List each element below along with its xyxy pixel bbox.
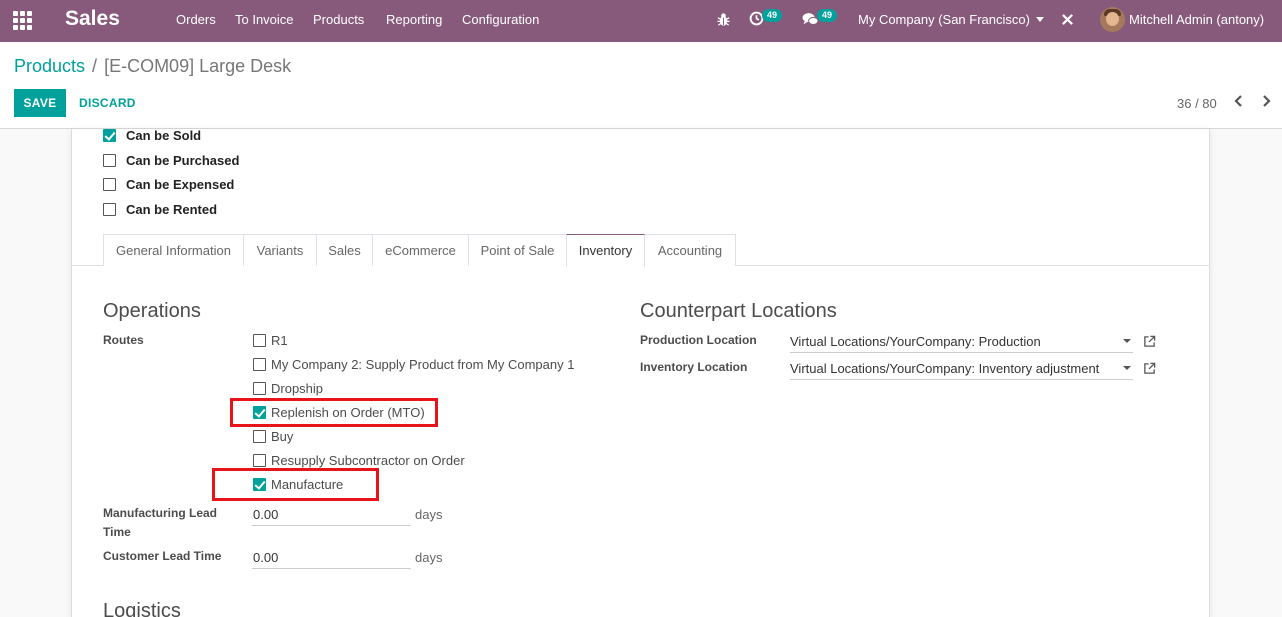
- route-label-mto: Replenish on Order (MTO): [271, 405, 425, 420]
- menu-to-invoice[interactable]: To Invoice: [235, 12, 294, 27]
- checkbox-can-be-sold[interactable]: [103, 129, 116, 142]
- caret-down-icon: [1123, 366, 1131, 370]
- control-panel: Products / [E-COM09] Large Desk SAVE DISCA…: [0, 42, 1282, 129]
- checkbox-route-mto[interactable]: [253, 406, 266, 419]
- tab-accounting[interactable]: Accounting: [644, 234, 736, 266]
- tab-ecommerce[interactable]: eCommerce: [372, 234, 469, 266]
- breadcrumb-products-link[interactable]: Products: [14, 56, 85, 76]
- pager-value[interactable]: 36 / 80: [1177, 96, 1217, 111]
- avatar: [1100, 7, 1125, 32]
- pager-next-chevron-right-icon[interactable]: [1259, 94, 1275, 110]
- discard-button[interactable]: DISCARD: [72, 89, 143, 117]
- logistics-title: Logistics: [103, 600, 181, 617]
- caret-down-icon: [1123, 339, 1131, 343]
- menu-configuration[interactable]: Configuration: [462, 12, 539, 27]
- manufacturing-lead-time-label: Manufacturing Lead Time: [103, 506, 218, 539]
- checkbox-can-be-expensed[interactable]: [103, 178, 116, 191]
- route-label-resupply-subcontractor: Resupply Subcontractor on Order: [271, 453, 465, 468]
- apps-menu-icon[interactable]: [13, 11, 32, 30]
- checkbox-route-buy[interactable]: [253, 430, 266, 443]
- label-can-be-expensed: Can be Expensed: [126, 177, 235, 192]
- tab-inventory[interactable]: Inventory: [566, 234, 645, 267]
- label-can-be-purchased: Can be Purchased: [126, 153, 240, 168]
- route-label-supply-my-company: My Company 2: Supply Product from My Com…: [271, 357, 575, 372]
- messages-count-badge: 49: [817, 9, 838, 22]
- checkbox-route-dropship[interactable]: [253, 382, 266, 395]
- user-name: Mitchell Admin (antony): [1129, 12, 1265, 27]
- tab-sales[interactable]: Sales: [316, 234, 373, 266]
- customer-lead-time-label: Customer Lead Time: [103, 549, 222, 563]
- menu-orders[interactable]: Orders: [176, 12, 216, 27]
- external-link-icon[interactable]: [1143, 335, 1157, 349]
- top-navbar: Sales Orders To Invoice Products Reporti…: [0, 0, 1282, 42]
- breadcrumb-current: [E-COM09] Large Desk: [104, 56, 292, 76]
- customer-lead-time-unit: days: [415, 550, 443, 565]
- caret-down-icon: [1035, 17, 1044, 22]
- production-location-label: Production Location: [640, 333, 757, 347]
- save-button[interactable]: SAVE: [14, 89, 66, 117]
- checkbox-route-supply-my-company[interactable]: [253, 358, 266, 371]
- inventory-location-value: Virtual Locations/YourCompany: Inventory…: [790, 361, 1100, 376]
- pager-previous-chevron-left-icon[interactable]: [1232, 94, 1248, 110]
- counterpart-locations-title: Counterpart Locations: [640, 300, 837, 322]
- menu-products[interactable]: Products: [313, 12, 364, 27]
- external-link-icon[interactable]: [1143, 362, 1157, 376]
- breadcrumb-separator: /: [92, 56, 98, 76]
- manufacturing-lead-time-unit: days: [415, 507, 443, 522]
- checkbox-can-be-rented[interactable]: [103, 203, 116, 216]
- menu-reporting[interactable]: Reporting: [386, 12, 442, 27]
- checkbox-route-r1[interactable]: [253, 334, 266, 347]
- manufacturing-lead-time-input[interactable]: [252, 504, 411, 526]
- debug-bug-icon[interactable]: [716, 12, 731, 30]
- tab-general-information[interactable]: General Information: [103, 234, 244, 266]
- route-label-manufacture: Manufacture: [271, 477, 344, 492]
- checkbox-route-manufacture[interactable]: [253, 478, 266, 491]
- checkbox-route-resupply-subcontractor[interactable]: [253, 454, 266, 467]
- close-x-icon[interactable]: [1061, 13, 1074, 29]
- company-switcher[interactable]: My Company (San Francisco): [858, 12, 1044, 27]
- inventory-location-select[interactable]: Virtual Locations/YourCompany: Inventory…: [790, 358, 1133, 380]
- operations-title: Operations: [103, 300, 201, 322]
- production-location-value: Virtual Locations/YourCompany: Productio…: [790, 334, 1041, 349]
- activity-count-badge: 49: [762, 9, 783, 22]
- label-can-be-sold: Can be Sold: [126, 128, 202, 143]
- breadcrumb: Products / [E-COM09] Large Desk: [14, 56, 291, 77]
- route-label-buy: Buy: [271, 429, 294, 444]
- route-label-dropship: Dropship: [271, 381, 324, 396]
- company-name: My Company (San Francisco): [858, 12, 1030, 27]
- inventory-location-label: Inventory Location: [640, 360, 748, 374]
- route-label-r1: R1: [271, 333, 288, 348]
- checkbox-can-be-purchased[interactable]: [103, 154, 116, 167]
- tab-variants[interactable]: Variants: [243, 234, 317, 266]
- label-can-be-rented: Can be Rented: [126, 202, 218, 217]
- tab-point-of-sale[interactable]: Point of Sale: [468, 234, 567, 266]
- customer-lead-time-input[interactable]: [252, 547, 411, 569]
- production-location-select[interactable]: Virtual Locations/YourCompany: Productio…: [790, 331, 1133, 353]
- app-name[interactable]: Sales: [65, 7, 120, 31]
- routes-label: Routes: [103, 333, 144, 347]
